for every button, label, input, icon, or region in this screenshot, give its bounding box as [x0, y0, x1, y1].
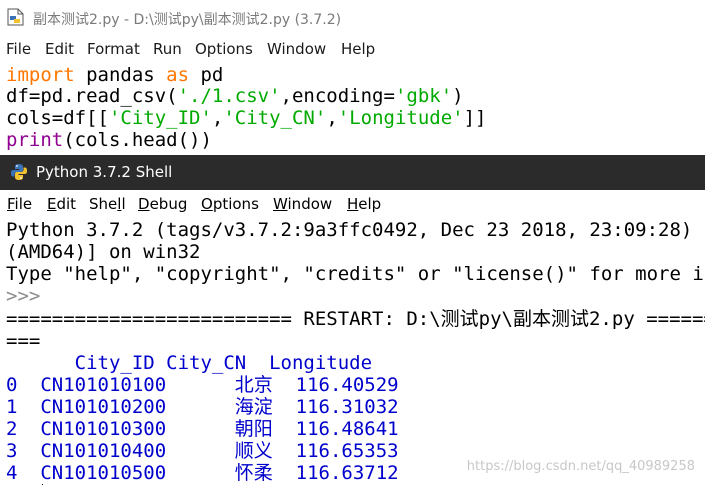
string-literal: './1.csv'	[177, 85, 281, 107]
code-text: ,	[326, 107, 338, 129]
code-text: )	[452, 85, 464, 107]
dataframe-row: 1 CN101010200 海淀 116.31032	[6, 396, 399, 418]
shell-prompt: >>>	[6, 285, 41, 307]
code-text: cols=df[[	[6, 107, 109, 129]
editor-menu-run[interactable]: Run	[153, 40, 182, 58]
editor-menu-format[interactable]: Format	[87, 40, 140, 58]
watermark: https://blog.csdn.net/qq_40989258	[466, 459, 695, 474]
banner-line: (AMD64)] on win32	[6, 241, 201, 263]
code-text: ]]	[463, 107, 487, 129]
code-text: pd	[189, 64, 224, 86]
code-text: df=pd.read_csv(	[6, 85, 178, 107]
python-file-icon	[7, 8, 24, 26]
code-text: (cols.head())	[63, 129, 212, 151]
dataframe-row: 2 CN101010300 朝阳 116.48641	[6, 418, 399, 440]
shell-menu-file[interactable]: File	[7, 195, 32, 213]
code-text: ,encoding=	[280, 85, 395, 107]
code-line-2: df=pd.read_csv('./1.csv',encoding='gbk')	[6, 85, 464, 108]
code-editor[interactable]: import pandas as pd df=pd.read_csv('./1.…	[0, 64, 705, 154]
banner-line: Python 3.7.2 (tags/v3.7.2:9a3ffc0492, De…	[6, 219, 705, 241]
string-literal: 'City_CN'	[223, 107, 327, 129]
restart-line-tail: ===	[6, 330, 41, 352]
shell-menu-debug[interactable]: Debug	[138, 195, 187, 213]
code-text: pandas	[74, 64, 167, 86]
editor-menu-window[interactable]: Window	[267, 40, 326, 58]
dataframe-row: 4 CN101010500 怀柔 116.63712	[6, 462, 399, 484]
restart-line: ========================= RESTART: D:\测试…	[6, 308, 705, 330]
python-logo-icon	[11, 164, 27, 180]
string-literal: 'gbk'	[394, 85, 453, 107]
code-line-1: import pandas as pd	[6, 64, 224, 87]
keyword-import: import	[6, 64, 75, 86]
code-line-3: cols=df[['City_ID','City_CN','Longitude'…	[6, 107, 487, 130]
shell-menu-help[interactable]: Help	[347, 195, 381, 213]
editor-menu-help[interactable]: Help	[341, 40, 375, 58]
builtin-print: print	[6, 129, 64, 151]
keyword-as: as	[166, 64, 190, 86]
shell-menu-options[interactable]: Options	[201, 195, 259, 213]
editor-menu-file[interactable]: File	[6, 40, 31, 58]
shell-menu-window[interactable]: Window	[273, 195, 332, 213]
string-literal: 'Longitude'	[337, 107, 464, 129]
editor-menu-edit[interactable]: Edit	[45, 40, 74, 58]
dataframe-row: 0 CN101010100 北京 116.40529	[6, 374, 399, 396]
code-text: ,	[211, 107, 224, 129]
shell-menu-edit[interactable]: Edit	[47, 195, 76, 213]
shell-titlebar: Python 3.7.2 Shell	[0, 155, 705, 190]
shell-menu-edit-rest: dit	[56, 195, 77, 213]
shell-menu-file-rest: ile	[14, 195, 33, 213]
editor-titlebar: 副本测试2.py - D:\测试py\副本测试2.py (3.7.2)	[0, 0, 705, 34]
shell-output[interactable]: Python 3.7.2 (tags/v3.7.2:9a3ffc0492, De…	[0, 219, 705, 485]
editor-menu-options[interactable]: Options	[195, 40, 253, 58]
shell-menu-shell[interactable]: Shell	[89, 195, 126, 213]
editor-window-title: 副本测试2.py - D:\测试py\副本测试2.py (3.7.2)	[33, 12, 342, 28]
editor-menubar: File Edit Format Run Options Window Help	[0, 36, 705, 62]
string-literal: 'City_ID'	[108, 107, 212, 129]
shell-window-title: Python 3.7.2 Shell	[36, 163, 173, 181]
banner-line: Type "help", "copyright", "credits" or "…	[6, 263, 705, 285]
dataframe-row: 3 CN101010400 顺义 116.65353	[6, 440, 399, 462]
shell-menubar: File Edit Shell Debug Options Window Hel…	[0, 191, 705, 217]
dataframe-header: City_ID City_CN Longitude	[6, 352, 373, 374]
code-line-4: print(cols.head())	[6, 129, 212, 152]
